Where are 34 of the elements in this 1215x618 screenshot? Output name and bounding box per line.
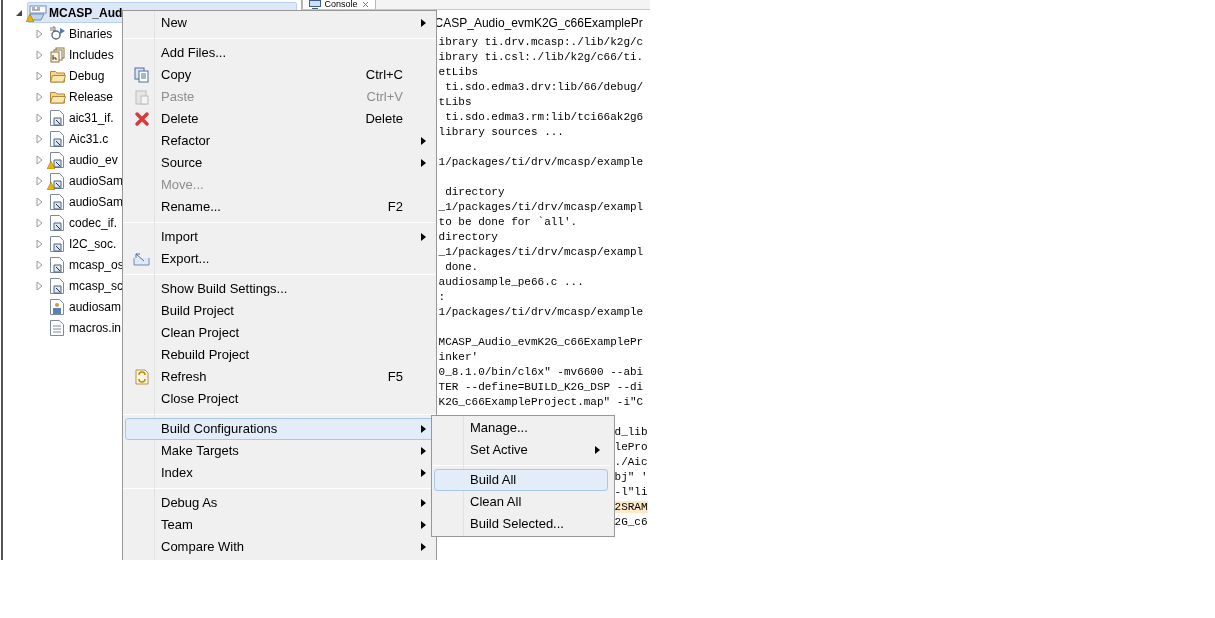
console-line: -l"li [614, 486, 648, 498]
console-line: ti.sdo.edma3.drv:lib/66/debug/ [444, 81, 644, 93]
console-line: tLibs [438, 96, 472, 108]
console-line: done. [444, 261, 479, 273]
console-line: library sources ... [438, 126, 564, 138]
console-line: audiosample_pe66.c ... [438, 276, 584, 288]
console-line: ./Aic [614, 456, 648, 468]
console-line: 1/packages/ti/drv/mcasp/example [438, 156, 644, 168]
shortcut-text: F2 [387, 198, 403, 217]
console-line: K2G_c66ExampleProject.map" -i"C [438, 396, 644, 408]
console-line: MCASP_Audio_evmK2G_c66ExamplePr [438, 336, 644, 348]
console-line: directory [438, 231, 498, 243]
shortcut-text: Ctrl+C [365, 66, 403, 85]
shortcut-text: Delete [365, 110, 403, 129]
console-title: CASP_Audio_evmK2G_c66ExamplePr [434, 16, 643, 30]
console-line: _1/packages/ti/drv/mcasp/exampl [438, 246, 644, 258]
console-line: TER --define=BUILD_K2G_DSP --di [438, 381, 644, 393]
console-line: to be done for `all'. [438, 216, 578, 228]
console-line: etLibs [438, 66, 479, 78]
console-line: bj" ' [614, 471, 648, 483]
console-line: : [438, 291, 446, 303]
console-line: ibrary ti.csl:./lib/k2g/c66/ti. [438, 51, 644, 63]
console-line: d_lib [614, 426, 648, 438]
console-line: _1/packages/ti/drv/mcasp/exampl [438, 201, 644, 213]
console-line: directory [444, 186, 505, 198]
console-line: inker' [438, 351, 479, 363]
shortcut-text: F5 [387, 368, 403, 387]
console-line: ibrary ti.drv.mcasp:./lib/k2g/c [438, 36, 644, 48]
console-line: lePro [614, 441, 648, 453]
console-line: 1/packages/ti/drv/mcasp/example [438, 306, 644, 318]
console-line: ti.sdo.edma3.rm:lib/tci66ak2g6 [444, 111, 644, 123]
shortcut-text: Ctrl+V [366, 88, 403, 107]
console-line: 2G_c6 [614, 516, 648, 528]
console-line: 0_8.1.0/bin/cl6x" -mv6600 --abi [438, 366, 644, 378]
